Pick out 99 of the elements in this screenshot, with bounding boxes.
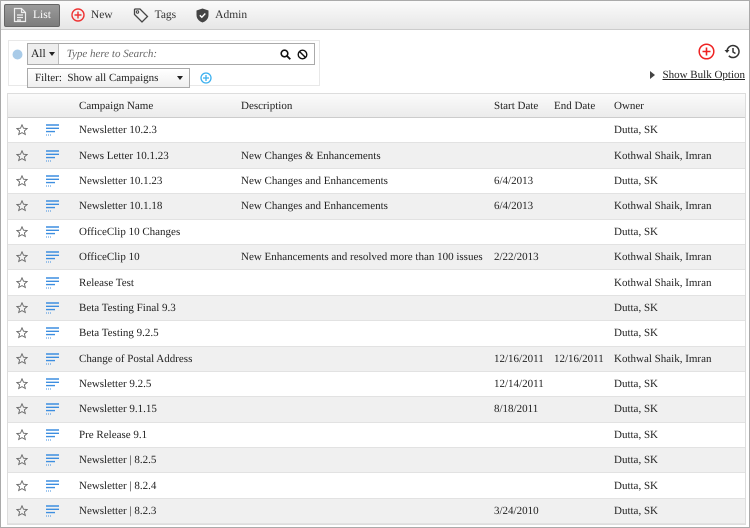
owner-cell-text: Dutta, SK — [614, 505, 659, 518]
name-cell[interactable]: OfficeClip 10 Changes — [79, 226, 241, 238]
owner-cell-text: Kothwal Shaik, Imran — [614, 251, 712, 264]
star-icon[interactable] — [16, 124, 28, 136]
shield-icon — [196, 8, 210, 22]
toolbar-button[interactable]: New — [62, 4, 122, 26]
details-icon[interactable] — [46, 200, 59, 212]
plus-circle-icon — [70, 8, 85, 22]
star-icon[interactable] — [16, 226, 28, 238]
details-icon[interactable] — [46, 454, 59, 466]
details-icon[interactable] — [46, 403, 59, 416]
description-cell-text: New Changes & Enhancements — [241, 150, 382, 162]
owner-cell-text: Kothwal Shaik, Imran — [614, 150, 712, 162]
details-icon[interactable] — [46, 150, 59, 162]
details-icon[interactable] — [46, 352, 59, 365]
name-cell[interactable]: Change of Postal Address — [79, 352, 241, 365]
name-cell[interactable]: Release Test — [79, 276, 241, 289]
details-icon[interactable] — [46, 480, 59, 492]
show-bulk-option-link[interactable]: Show Bulk Option — [662, 69, 745, 81]
owner-cell-text: Dutta, SK — [614, 378, 659, 390]
star-icon[interactable] — [16, 378, 28, 390]
star-icon[interactable] — [16, 174, 28, 187]
start-date-cell-text: 6/4/2013 — [494, 174, 534, 187]
search-field[interactable]: All Type here to Search: — [27, 43, 315, 65]
start-date-cell-text: 12/14/2011 — [494, 378, 545, 390]
name-cell[interactable]: Newsletter | 8.2.5 — [79, 454, 241, 466]
name-cell[interactable]: Beta Testing 9.2.5 — [79, 327, 241, 340]
details-icon[interactable] — [46, 124, 59, 136]
star-icon[interactable] — [16, 150, 28, 162]
name-cell[interactable]: Newsletter 10.1.23 — [79, 174, 241, 187]
column-header[interactable]: Description — [241, 100, 494, 112]
owner-cell-text: Kothwal Shaik, Imran — [614, 276, 712, 289]
details-icon[interactable] — [46, 302, 59, 314]
owner-cell-text: Kothwal Shaik, Imran — [614, 200, 712, 212]
name-cell[interactable]: OfficeClip 10 — [79, 251, 241, 264]
owner-cell-text: Dutta, SK — [614, 480, 659, 492]
details-icon[interactable] — [46, 276, 59, 289]
details-icon[interactable] — [46, 251, 59, 264]
name-cell[interactable]: Newsletter 9.1.15 — [79, 403, 241, 416]
star-icon[interactable] — [16, 302, 28, 314]
star-icon[interactable] — [16, 327, 28, 340]
column-header[interactable]: Owner — [614, 100, 745, 112]
owner-cell-text: Dutta, SK — [614, 454, 659, 466]
details-icon[interactable] — [46, 174, 59, 187]
start-date-cell-text: 6/4/2013 — [494, 200, 534, 212]
column-header[interactable]: Start Date — [494, 100, 554, 112]
star-icon[interactable] — [16, 200, 28, 212]
star-icon[interactable] — [16, 454, 28, 466]
description-cell-text: New Enhancements and resolved more than 100 issues — [241, 251, 484, 264]
owner-cell-text: Dutta, SK — [614, 428, 659, 441]
details-icon[interactable] — [46, 226, 59, 238]
scope-dropdown[interactable]: All — [28, 44, 59, 64]
star-icon[interactable] — [16, 403, 28, 416]
owner-cell-text: Dutta, SK — [614, 302, 659, 314]
column-header[interactable]: Campaign Name — [79, 100, 241, 112]
filter-dropdown[interactable]: Filter: Show all Campaigns — [27, 68, 190, 88]
start-date-cell-text: 8/18/2011 — [494, 403, 540, 416]
details-icon[interactable] — [46, 327, 59, 340]
name-cell[interactable]: Newsletter 10.2.3 — [79, 124, 241, 136]
star-icon[interactable] — [16, 276, 28, 289]
column-header[interactable]: End Date — [554, 100, 614, 112]
tag-icon — [132, 7, 149, 23]
owner-cell-text: Kothwal Shaik, Imran — [614, 352, 712, 365]
history-icon[interactable] — [724, 43, 741, 60]
star-icon[interactable] — [16, 251, 28, 264]
details-icon[interactable] — [46, 378, 59, 390]
plus-circle-icon[interactable] — [698, 43, 715, 60]
toolbar-button[interactable]: Admin — [187, 4, 256, 26]
clear-icon[interactable] — [297, 48, 308, 60]
owner-cell-text: Dutta, SK — [614, 226, 659, 238]
name-cell[interactable]: Beta Testing Final 9.3 — [79, 302, 241, 314]
owner-cell-text: Dutta, SK — [614, 174, 659, 187]
name-cell[interactable]: Newsletter 10.1.18 — [79, 200, 241, 212]
search-icon[interactable] — [280, 48, 291, 60]
owner-cell-text: Dutta, SK — [614, 124, 659, 136]
name-cell[interactable]: Pre Release 9.1 — [79, 428, 241, 441]
name-cell[interactable]: Newsletter | 8.2.4 — [79, 480, 241, 492]
star-icon[interactable] — [16, 428, 28, 441]
name-cell[interactable]: News Letter 10.1.23 — [79, 150, 241, 162]
start-date-cell-text: 12/16/2011 — [494, 352, 545, 365]
end-date-cell-text: 12/16/2011 — [554, 352, 605, 365]
owner-cell-text: Dutta, SK — [614, 327, 659, 340]
star-icon[interactable] — [16, 480, 28, 492]
start-date-cell-text: 3/24/2010 — [494, 505, 540, 518]
star-icon[interactable] — [16, 505, 28, 518]
description-cell-text: New Changes and Enhancements — [241, 174, 389, 187]
start-date-cell-text: 2/22/2013 — [494, 251, 540, 264]
details-icon[interactable] — [46, 428, 59, 441]
toolbar-button[interactable]: Tags — [124, 4, 186, 26]
star-icon[interactable] — [16, 352, 28, 365]
caret-icon — [177, 76, 183, 80]
details-icon[interactable] — [46, 505, 59, 518]
document-icon — [13, 7, 27, 23]
name-cell[interactable]: Newsletter 9.2.5 — [79, 378, 241, 390]
owner-cell-text: Dutta, SK — [614, 403, 659, 416]
caret-icon — [48, 52, 55, 56]
description-cell-text: New Changes and Enhancements — [241, 200, 389, 212]
name-cell[interactable]: Newsletter | 8.2.3 — [79, 505, 241, 518]
expand-arrow-icon[interactable] — [650, 71, 656, 79]
